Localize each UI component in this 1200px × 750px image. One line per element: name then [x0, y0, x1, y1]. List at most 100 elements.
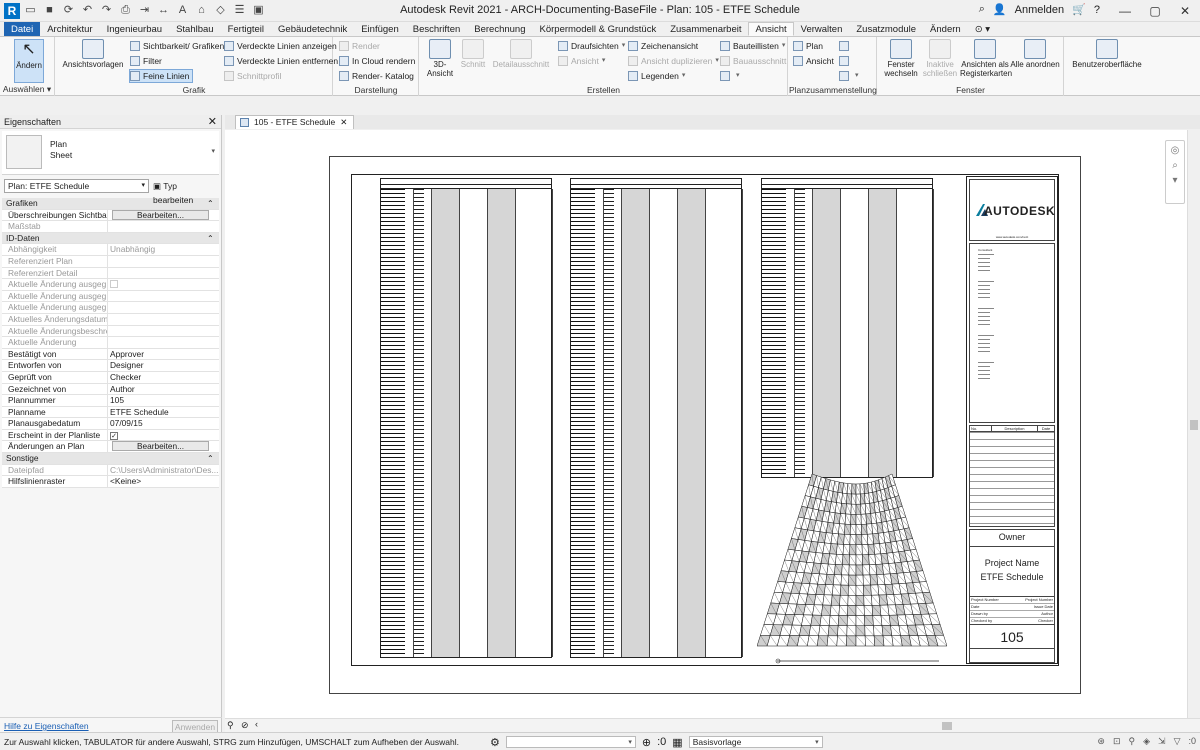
tab-item-9[interactable]: Körpermodell & Grundstück — [533, 22, 664, 36]
redo-icon[interactable]: ↷ — [100, 3, 113, 17]
measure-icon[interactable]: ⇥ — [138, 3, 151, 17]
text-icon[interactable]: A — [176, 3, 189, 17]
tab-views-button[interactable]: Ansichten als Registerkarten — [960, 39, 1012, 78]
tile-views-button[interactable]: Alle anordnen — [1010, 39, 1060, 69]
cart-icon[interactable]: 🛒 — [1072, 3, 1086, 16]
tab-item-1[interactable]: Architektur — [40, 22, 99, 36]
horizontal-scrollbar[interactable] — [487, 721, 1200, 731]
edit-button[interactable]: Bearbeiten... — [112, 441, 209, 452]
thin-lines-icon[interactable]: ☰ — [233, 3, 246, 17]
instance-filter-select[interactable]: Plan: ETFE Schedule ▾ — [4, 179, 149, 193]
plan-views-button[interactable]: Draufsichten ▾ — [558, 39, 625, 53]
thin-lines-button[interactable]: Feine Linien — [129, 69, 194, 83]
render-button[interactable]: Render — [339, 39, 380, 53]
maximize-button[interactable]: ▢ — [1140, 0, 1170, 22]
etfe-schedule-table[interactable] — [380, 178, 553, 658]
tab-item-3[interactable]: Stahlbau — [169, 22, 221, 36]
section-button[interactable]: Schnitt — [458, 39, 488, 69]
legends-button[interactable]: Legenden ▾ — [628, 69, 685, 83]
chevron-down-icon[interactable]: ▾ — [211, 147, 215, 155]
zoom-icon[interactable]: ⌕ — [1166, 160, 1184, 171]
drafting-view-button[interactable]: Zeichenansicht — [628, 39, 698, 53]
sheet-button[interactable]: Plan — [793, 39, 823, 53]
property-value[interactable]: 105 — [108, 395, 219, 406]
close-icon[interactable]: ✕ — [208, 115, 217, 129]
design-options-icon[interactable]: ▦ — [672, 736, 682, 749]
schedules-button[interactable]: Bauteillisten ▾ — [720, 39, 785, 53]
tab-item-2[interactable]: Ingenieurbau — [100, 22, 169, 36]
user-icon[interactable]: 👤 — [993, 3, 1007, 16]
edit-type-button[interactable]: ▣ Typ bearbeiten — [153, 179, 219, 207]
filter-button[interactable]: Filter — [130, 54, 162, 68]
property-value[interactable]: Bearbeiten... — [108, 209, 219, 221]
save-icon[interactable]: ■ — [43, 3, 56, 17]
close-button[interactable]: ✕ — [1170, 0, 1200, 22]
property-value[interactable]: ✓ — [108, 429, 219, 441]
etfe-schedule-table[interactable] — [761, 178, 934, 478]
pinned-select-icon[interactable]: ⚲ — [1129, 736, 1136, 747]
drawing-canvas[interactable]: AUTODESK www.autodesk.com/revit Consulta… — [225, 130, 1187, 718]
property-value[interactable]: <Keine> — [108, 476, 219, 487]
selection-filter-icon[interactable]: ⊕ — [642, 736, 651, 749]
login-link[interactable]: Anmelden — [1015, 4, 1065, 16]
close-tab-icon[interactable]: ✕ — [340, 116, 347, 129]
cut-profile-button[interactable]: Schnittprofil — [224, 69, 281, 83]
sync-icon[interactable]: ⟳ — [62, 3, 75, 17]
workset-select[interactable]: ▾ — [505, 736, 636, 748]
tab-item-6[interactable]: Einfügen — [354, 22, 406, 36]
checkbox[interactable]: ✓ — [110, 431, 118, 440]
tab-item-15[interactable]: ⊙ ▾ — [968, 22, 997, 36]
underlay-select-icon[interactable]: ⊡ — [1113, 736, 1121, 747]
tab-item-12[interactable]: Verwalten — [794, 22, 850, 36]
property-value[interactable]: Approver — [108, 348, 219, 360]
print-icon[interactable]: ⎙ — [119, 3, 132, 17]
section-icon[interactable]: ◇ — [214, 3, 227, 17]
title-block[interactable]: AUTODESK www.autodesk.com/revit Consulta… — [966, 176, 1058, 664]
callout-button[interactable]: Detailausschnitt — [490, 39, 552, 69]
3d-view-icon[interactable]: ⌂ — [195, 3, 208, 17]
select-panel-title[interactable]: Auswählen ▾ — [0, 84, 54, 95]
steering-wheel-icon[interactable]: ◎ — [1166, 145, 1184, 156]
show-hidden-lines-button[interactable]: Verdeckte Linien anzeigen — [224, 39, 337, 53]
switch-windows-icon[interactable]: ▣ — [252, 3, 265, 17]
tab-item-14[interactable]: Ändern — [923, 22, 968, 36]
search-icon[interactable]: ⌕ — [979, 3, 985, 16]
vertical-scrollbar[interactable] — [1187, 130, 1200, 718]
render-gallery-button[interactable]: Render- Katalog — [339, 69, 414, 83]
link-select-icon[interactable]: ⊛ — [1097, 736, 1105, 747]
property-value[interactable]: Bearbeiten... — [108, 441, 219, 453]
tab-item-5[interactable]: Gebäudetechnik — [271, 22, 354, 36]
property-value[interactable]: Author — [108, 383, 219, 395]
checkbox[interactable] — [110, 280, 118, 289]
close-inactive-button[interactable]: Inaktive schließen — [922, 39, 958, 78]
etfe-schedule-table[interactable] — [570, 178, 743, 658]
remove-hidden-lines-button[interactable]: Verdeckte Linien entfernen — [224, 54, 338, 68]
property-value[interactable]: ETFE Schedule — [108, 406, 219, 418]
tab-item-11[interactable]: Ansicht — [748, 22, 794, 36]
vertical-scroll-thumb[interactable] — [1190, 420, 1198, 430]
document-tab[interactable]: 105 - ETFE Schedule ✕ — [235, 115, 355, 129]
property-value[interactable]: 07/09/15 — [108, 418, 219, 429]
scroll-left-icon[interactable]: ‹ — [255, 719, 258, 729]
3d-view-button[interactable]: 3D- Ansicht — [424, 39, 456, 78]
horizontal-scroll-thumb[interactable] — [942, 722, 952, 730]
design-option-select[interactable]: Basisvorlage ▾ — [688, 736, 823, 748]
open-icon[interactable]: ▭ — [24, 3, 37, 17]
tab-item-7[interactable]: Beschriften — [406, 22, 468, 36]
user-interface-button[interactable]: Benutzeroberfläche — [1069, 39, 1145, 69]
dimension-icon[interactable]: ↔ — [157, 3, 170, 17]
property-value[interactable]: Designer — [108, 360, 219, 371]
drag-select-icon[interactable]: ⇲ — [1158, 736, 1166, 747]
view-templates-button[interactable]: Ansichtsvorlagen — [62, 39, 124, 69]
filter-icon[interactable]: ▽ — [1174, 736, 1181, 747]
revit-logo-icon[interactable]: R — [4, 3, 20, 19]
edit-button[interactable]: Bearbeiten... — [112, 209, 209, 220]
view-tools-more[interactable]: ▾ — [720, 69, 740, 83]
modify-button[interactable]: ↖ Ändern — [14, 39, 44, 83]
visibility-graphics-button[interactable]: Sichtbarkeit/ Grafiken — [130, 39, 224, 53]
collapse-icon[interactable]: ⌃ — [207, 233, 219, 244]
place-view-button[interactable]: Ansicht — [793, 54, 834, 68]
elevation-button[interactable]: Ansicht ▾ — [558, 54, 605, 68]
tab-item-10[interactable]: Zusammenarbeit — [663, 22, 748, 36]
properties-help-link[interactable]: Hilfe zu Eigenschaften — [4, 721, 89, 731]
